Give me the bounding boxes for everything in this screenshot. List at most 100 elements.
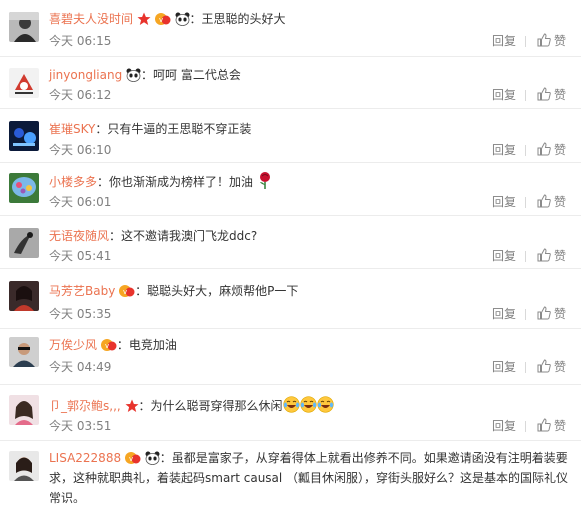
avatar[interactable]: [9, 281, 39, 311]
username-link[interactable]: 喜碧夫人没时间: [49, 12, 133, 26]
comment-text: 这不邀请我澳门飞龙ddc?: [121, 229, 258, 243]
svg-text:v: v: [129, 455, 133, 463]
thumbs-up-icon[interactable]: [537, 359, 551, 373]
reply-button[interactable]: 回复: [492, 33, 516, 49]
thumbs-up-icon[interactable]: [537, 194, 551, 208]
comment-line: 小楼多多：你也渐渐成为榜样了！加油: [49, 171, 273, 191]
username-link[interactable]: 崔璀SKY: [49, 122, 95, 136]
comment-list: 喜碧夫人没时间 v ：王思聪的头好大 今天 06:15 回复 赞 jinyong…: [0, 0, 581, 513]
vip-badge-icon: v: [154, 12, 171, 26]
username-link[interactable]: 万俟少风: [49, 338, 97, 352]
comment-time: 今天 06:15: [49, 34, 112, 48]
comment-time: 今天 03:51: [49, 419, 112, 433]
comment-text: 你也渐渐成为榜样了！加油: [109, 175, 254, 189]
action-divider: [525, 90, 526, 101]
vip-badge-icon: v: [100, 338, 117, 352]
thumbs-up-icon[interactable]: [537, 306, 551, 320]
comment-item: 崔璀SKY：只有牛逼的王思聪不穿正装 今天 06:10 回复 赞: [0, 109, 581, 163]
action-divider: [525, 362, 526, 373]
comment-line: LISA222888 v ：虽都是富家子，从穿着得体上就看出修养不同。如果邀请函…: [49, 451, 569, 505]
comment-time: 今天 05:41: [49, 249, 112, 263]
avatar[interactable]: [9, 68, 39, 98]
like-button[interactable]: 赞: [554, 33, 566, 49]
username-link[interactable]: LISA222888: [49, 451, 121, 465]
comment-item: 喜碧夫人没时间 v ：王思聪的头好大 今天 06:15 回复 赞: [0, 0, 581, 57]
reply-button[interactable]: 回复: [492, 194, 516, 210]
thumbs-up-icon[interactable]: [537, 248, 551, 262]
rose-icon: [257, 171, 273, 189]
comment-item: LISA222888 v ：虽都是富家子，从穿着得体上就看出修养不同。如果邀请函…: [0, 441, 581, 513]
comment-line: 马芳艺Baby v ：聪聪头好大，麻烦帮他P一下: [49, 284, 299, 298]
reply-button[interactable]: 回复: [492, 248, 516, 264]
like-button[interactable]: 赞: [554, 359, 566, 375]
comment-time: 今天 06:12: [49, 88, 112, 102]
red-star-icon: [125, 399, 139, 413]
avatar[interactable]: [9, 228, 39, 258]
like-button[interactable]: 赞: [554, 87, 566, 103]
svg-text:v: v: [159, 16, 163, 24]
comment-time: 今天 06:10: [49, 143, 112, 157]
vip-badge-icon: v: [124, 451, 141, 465]
username-link[interactable]: jinyongliang: [49, 68, 122, 82]
reply-button[interactable]: 回复: [492, 359, 516, 375]
like-button[interactable]: 赞: [554, 194, 566, 210]
panda-icon: [145, 451, 160, 465]
comment-line: 喜碧夫人没时间 v ：王思聪的头好大: [49, 12, 286, 26]
username-link[interactable]: 卩_郭尕鲍s,,,: [49, 399, 121, 413]
comment-text: 只有牛逼的王思聪不穿正装: [107, 122, 252, 136]
reply-button[interactable]: 回复: [492, 418, 516, 434]
avatar[interactable]: [9, 12, 39, 42]
comment-line: 卩_郭尕鲍s,,, ：为什么聪哥穿得那么休闲: [49, 396, 334, 415]
username-link[interactable]: 小楼多多: [49, 175, 97, 189]
comment-time: 今天 06:01: [49, 195, 112, 209]
reply-button[interactable]: 回复: [492, 142, 516, 158]
comment-text: 聪聪头好大，麻烦帮他P一下: [147, 284, 299, 298]
vip-badge-icon: v: [119, 284, 135, 298]
like-button[interactable]: 赞: [554, 248, 566, 264]
comment-line: 无语夜随风：这不邀请我澳门飞龙ddc?: [49, 229, 258, 243]
laugh-cry-icon: [299, 396, 317, 413]
comment-text: 电竞加油: [128, 338, 177, 352]
comment-line: 万俟少风 v ：电竞加油: [49, 338, 177, 352]
comment-text: 王思聪的头好大: [201, 12, 286, 26]
comment-line: 崔璀SKY：只有牛逼的王思聪不穿正装: [49, 122, 252, 136]
svg-text:v: v: [105, 342, 109, 350]
avatar[interactable]: [9, 451, 39, 481]
comment-item: jinyongliang ：呵呵 富二代总会 今天 06:12 回复 赞: [0, 57, 581, 109]
comment-line: jinyongliang ：呵呵 富二代总会: [49, 68, 241, 82]
comment-time: 今天 05:35: [49, 307, 112, 321]
comment-text: 呵呵 富二代总会: [153, 68, 241, 82]
reply-button[interactable]: 回复: [492, 87, 516, 103]
avatar[interactable]: [9, 337, 39, 367]
comment-item: 万俟少风 v ：电竞加油 今天 04:49 回复 赞: [0, 329, 581, 385]
avatar[interactable]: [9, 121, 39, 151]
comment-item: 马芳艺Baby v ：聪聪头好大，麻烦帮他P一下 今天 05:35 回复 赞: [0, 269, 581, 329]
like-button[interactable]: 赞: [554, 142, 566, 158]
comment-text: 为什么聪哥穿得那么休闲: [150, 399, 283, 413]
panda-icon: [126, 68, 141, 82]
thumbs-up-icon[interactable]: [537, 33, 551, 47]
thumbs-up-icon[interactable]: [537, 418, 551, 432]
avatar[interactable]: [9, 173, 39, 203]
comment-item: 小楼多多：你也渐渐成为榜样了！加油 今天 06:01 回复 赞: [0, 163, 581, 216]
reply-button[interactable]: 回复: [492, 306, 516, 322]
action-divider: [525, 309, 526, 320]
thumbs-up-icon[interactable]: [537, 142, 551, 156]
laugh-cry-icon: [316, 396, 334, 413]
username-link[interactable]: 马芳艺Baby: [49, 284, 115, 298]
svg-text:v: v: [123, 288, 127, 296]
action-divider: [525, 145, 526, 156]
comment-item: 卩_郭尕鲍s,,, ：为什么聪哥穿得那么休闲 今天 03:51 回复 赞: [0, 385, 581, 441]
action-divider: [525, 197, 526, 208]
comment-time: 今天 04:49: [49, 360, 112, 374]
like-button[interactable]: 赞: [554, 306, 566, 322]
thumbs-up-icon[interactable]: [537, 87, 551, 101]
red-star-icon: [137, 12, 151, 26]
like-button[interactable]: 赞: [554, 418, 566, 434]
action-divider: [525, 251, 526, 262]
avatar[interactable]: [9, 395, 39, 425]
comment-item: 无语夜随风：这不邀请我澳门飞龙ddc? 今天 05:41 回复 赞: [0, 216, 581, 269]
action-divider: [525, 421, 526, 432]
panda-icon: [175, 12, 190, 26]
username-link[interactable]: 无语夜随风: [49, 229, 109, 243]
